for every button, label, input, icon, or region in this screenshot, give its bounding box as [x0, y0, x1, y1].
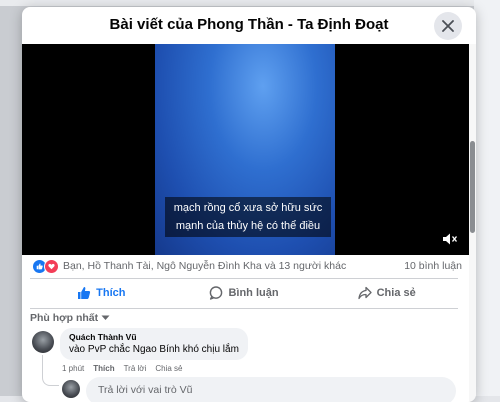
- comment-button[interactable]: Bình luận: [173, 279, 316, 307]
- reactions-summary[interactable]: Bạn, Hồ Thanh Tài, Ngô Nguyễn Đình Kha v…: [63, 260, 404, 272]
- scrollbar-thumb[interactable]: [470, 141, 475, 233]
- divider: [30, 308, 458, 309]
- comment-time[interactable]: 1 phút: [62, 364, 84, 373]
- video-player[interactable]: mạch rồng cổ xưa sở hữu sức mạnh của thủ…: [22, 44, 469, 255]
- comment-button-label: Bình luận: [228, 287, 279, 299]
- like-button-label: Thích: [96, 287, 126, 299]
- close-button[interactable]: [434, 12, 462, 40]
- dialog-header: Bài viết của Phong Thần - Ta Định Đoạt: [22, 7, 476, 45]
- love-reaction-icon: [44, 258, 59, 274]
- post-actions: Thích Bình luận Chia sẻ: [30, 279, 458, 307]
- post-dialog: Bài viết của Phong Thần - Ta Định Đoạt m…: [22, 7, 476, 402]
- comment-meta: 1 phút Thích Trả lời Chia sẻ: [62, 364, 182, 373]
- avatar[interactable]: [32, 331, 54, 353]
- comment-author[interactable]: Quách Thành Vũ: [69, 332, 239, 342]
- reply-avatar[interactable]: [62, 380, 80, 398]
- reaction-icons[interactable]: [32, 258, 59, 274]
- chevron-down-icon: [101, 315, 110, 320]
- video-subtitle: mạch rồng cổ xưa sở hữu sức mạnh của thủ…: [165, 197, 331, 237]
- scrollbar[interactable]: [469, 44, 476, 402]
- share-button[interactable]: Chia sẻ: [315, 279, 458, 307]
- comment-text: vào PvP chắc Ngao Bính khó chịu lắm: [69, 344, 239, 355]
- sort-label: Phù hợp nhất: [30, 312, 99, 324]
- like-button[interactable]: Thích: [30, 279, 173, 307]
- comment-sort-dropdown[interactable]: Phù hợp nhất: [30, 312, 110, 324]
- share-icon: [357, 286, 372, 300]
- thumbs-up-icon: [78, 287, 91, 299]
- comment-share-link[interactable]: Chia sẻ: [155, 364, 182, 373]
- reply-thread-line: [42, 355, 59, 386]
- close-icon: [442, 20, 454, 32]
- share-button-label: Chia sẻ: [376, 287, 416, 299]
- muted-speaker-icon[interactable]: [442, 232, 458, 246]
- background-top-strip: [0, 0, 500, 6]
- reply-input[interactable]: Trả lời với vai trò Vũ: [86, 377, 456, 402]
- comment-count[interactable]: 10 bình luận: [404, 260, 462, 272]
- comment-reply-link[interactable]: Trả lời: [124, 364, 147, 373]
- background-right-strip: [474, 0, 500, 396]
- comment-like-link[interactable]: Thích: [93, 364, 114, 373]
- dialog-title: Bài viết của Phong Thần - Ta Định Đoạt: [109, 16, 389, 33]
- comment-bubble: Quách Thành Vũ vào PvP chắc Ngao Bính kh…: [60, 328, 248, 360]
- comment-icon: [210, 286, 223, 300]
- reactions-row: Bạn, Hồ Thanh Tài, Ngô Nguyễn Đình Kha v…: [32, 256, 462, 276]
